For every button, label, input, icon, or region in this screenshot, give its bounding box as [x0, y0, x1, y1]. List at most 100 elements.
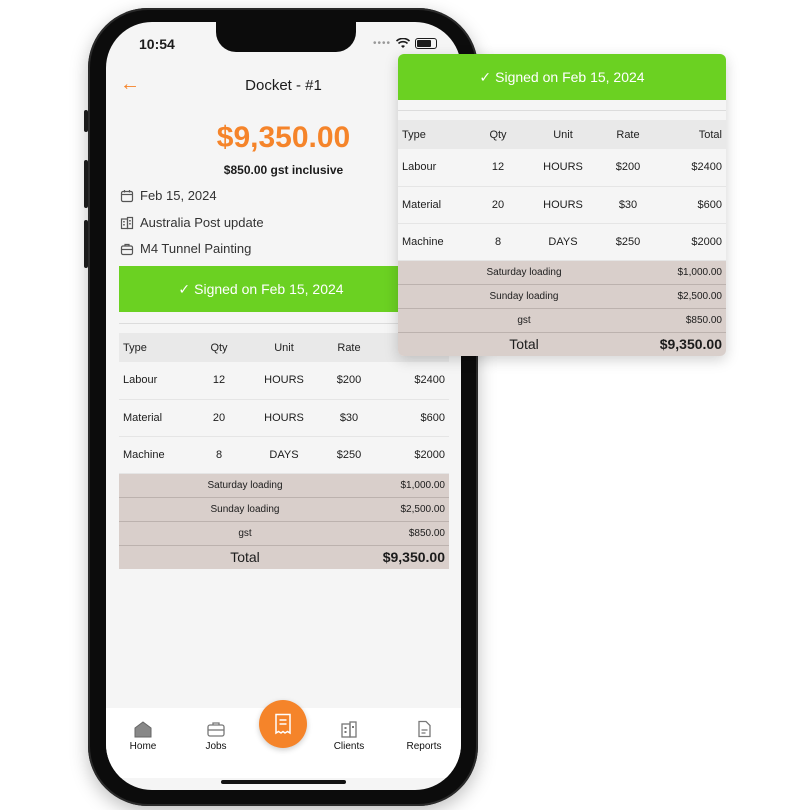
header-unit: Unit: [553, 128, 573, 141]
adjustment-value: $850.00: [408, 527, 445, 539]
divider: [398, 110, 726, 111]
adjustment-label: gst: [517, 314, 531, 326]
header-type: Type: [123, 341, 147, 354]
status-icons: ••••: [373, 38, 437, 49]
wifi-icon: [396, 38, 410, 48]
row-rate: $200: [336, 374, 362, 387]
row-unit: DAYS: [269, 448, 299, 461]
calendar-icon: [120, 189, 134, 202]
adjustment-value: $1,000.00: [677, 266, 723, 278]
row-qty: 12: [212, 374, 226, 387]
table-row: Labour 12 HOURS $200 $2400: [119, 362, 449, 399]
header-rate: Rate: [337, 341, 361, 354]
line-items-table: Type Qty Unit Rate Total Labour 12 HOURS…: [119, 333, 449, 569]
total-label: Total: [230, 549, 260, 566]
check-icon: ✓: [479, 68, 492, 85]
header-rate: Rate: [616, 128, 640, 141]
adjustment-value: $1,000.00: [400, 479, 446, 491]
adjustment-row: Saturday loading $1,000.00: [119, 473, 449, 497]
job-row: M4 Tunnel Painting: [120, 241, 251, 256]
nav-jobs-label: Jobs: [205, 741, 227, 752]
adjustment-label: Saturday loading: [207, 479, 283, 491]
total-value: $9,350.00: [659, 336, 722, 353]
adjustment-label: Sunday loading: [210, 503, 280, 515]
new-docket-button[interactable]: [259, 700, 307, 748]
total-row: Total $9,350.00: [398, 332, 726, 356]
row-unit: HOURS: [543, 161, 583, 174]
client-row: Australia Post update: [120, 215, 264, 230]
nav-home-label: Home: [129, 741, 157, 752]
status-time: 10:54: [139, 36, 175, 52]
row-qty: 20: [212, 411, 226, 424]
header-qty: Qty: [489, 128, 507, 141]
row-unit: HOURS: [264, 411, 304, 424]
adjustment-label: gst: [238, 527, 252, 539]
row-total: $2400: [414, 374, 445, 387]
receipt-icon: [275, 713, 291, 735]
signed-banner: ✓ Signed on Feb 15, 2024: [119, 266, 403, 312]
row-type: Labour: [402, 161, 437, 174]
adjustment-row: gst $850.00: [119, 521, 449, 545]
nav-home[interactable]: Home: [113, 720, 173, 752]
row-rate: $250: [615, 235, 641, 248]
header-unit: Unit: [274, 341, 294, 354]
row-unit: HOURS: [543, 198, 583, 211]
total-row: Total $9,350.00: [119, 545, 449, 569]
total-label: Total: [509, 336, 539, 353]
signal-icon: ••••: [372, 38, 391, 49]
row-total: $2400: [691, 161, 722, 174]
row-qty: 8: [215, 448, 223, 461]
notch: [216, 22, 356, 52]
row-qty: 20: [491, 198, 505, 211]
adjustment-value: $2,500.00: [400, 503, 446, 515]
nav-clients[interactable]: Clients: [319, 720, 379, 752]
building-icon: [341, 721, 357, 738]
adjustment-row: Sunday loading $2,500.00: [119, 497, 449, 521]
row-type: Material: [123, 411, 163, 424]
adjustment-value: $2,500.00: [677, 290, 723, 302]
table-row: Material 20 HOURS $30 $600: [398, 186, 726, 223]
table-header-row: Type Qty Unit Rate Total: [398, 120, 726, 149]
zoom-card: ✓ Signed on Feb 15, 2024 Type Qty Unit R…: [398, 54, 726, 356]
header-qty: Qty: [210, 341, 228, 354]
row-type: Machine: [123, 448, 165, 461]
table-row: Material 20 HOURS $30 $600: [119, 399, 449, 436]
adjustment-row: gst $850.00: [398, 308, 726, 332]
row-total: $2000: [691, 235, 722, 248]
mute-switch: [84, 110, 88, 132]
row-unit: DAYS: [548, 235, 578, 248]
adjustment-label: Sunday loading: [489, 290, 559, 302]
adjustment-row: Sunday loading $2,500.00: [398, 284, 726, 308]
nav-jobs[interactable]: Jobs: [186, 720, 246, 752]
home-indicator: [221, 780, 346, 784]
row-total: $600: [697, 198, 722, 211]
row-rate: $30: [618, 198, 638, 211]
row-type: Labour: [123, 374, 158, 387]
building-icon: [120, 216, 134, 229]
briefcase-icon: [120, 243, 134, 255]
adjustment-value: $850.00: [685, 314, 722, 326]
table-row: Machine 8 DAYS $250 $2000: [119, 436, 449, 473]
header-total: Total: [698, 128, 722, 141]
client-name: Australia Post update: [140, 215, 264, 230]
header-type: Type: [402, 128, 426, 141]
row-total: $2000: [414, 448, 445, 461]
line-items-table: Type Qty Unit Rate Total Labour 12 HOURS…: [398, 120, 726, 356]
signed-label: Signed on Feb 15, 2024: [495, 69, 645, 85]
row-qty: 8: [494, 235, 502, 248]
signed-banner: ✓ Signed on Feb 15, 2024: [398, 54, 726, 100]
nav-reports[interactable]: Reports: [394, 720, 454, 752]
docket-date: Feb 15, 2024: [140, 188, 217, 203]
check-icon: ✓: [178, 280, 191, 297]
battery-icon: [415, 38, 437, 49]
adjustment-row: Saturday loading $1,000.00: [398, 260, 726, 284]
nav-reports-label: Reports: [406, 741, 442, 752]
date-row: Feb 15, 2024: [120, 188, 217, 203]
signed-label: Signed on Feb 15, 2024: [194, 281, 344, 297]
row-total: $600: [420, 411, 445, 424]
volume-down-button: [84, 220, 88, 268]
row-rate: $250: [336, 448, 362, 461]
volume-up-button: [84, 160, 88, 208]
row-qty: 12: [491, 161, 505, 174]
report-icon: [418, 720, 431, 738]
